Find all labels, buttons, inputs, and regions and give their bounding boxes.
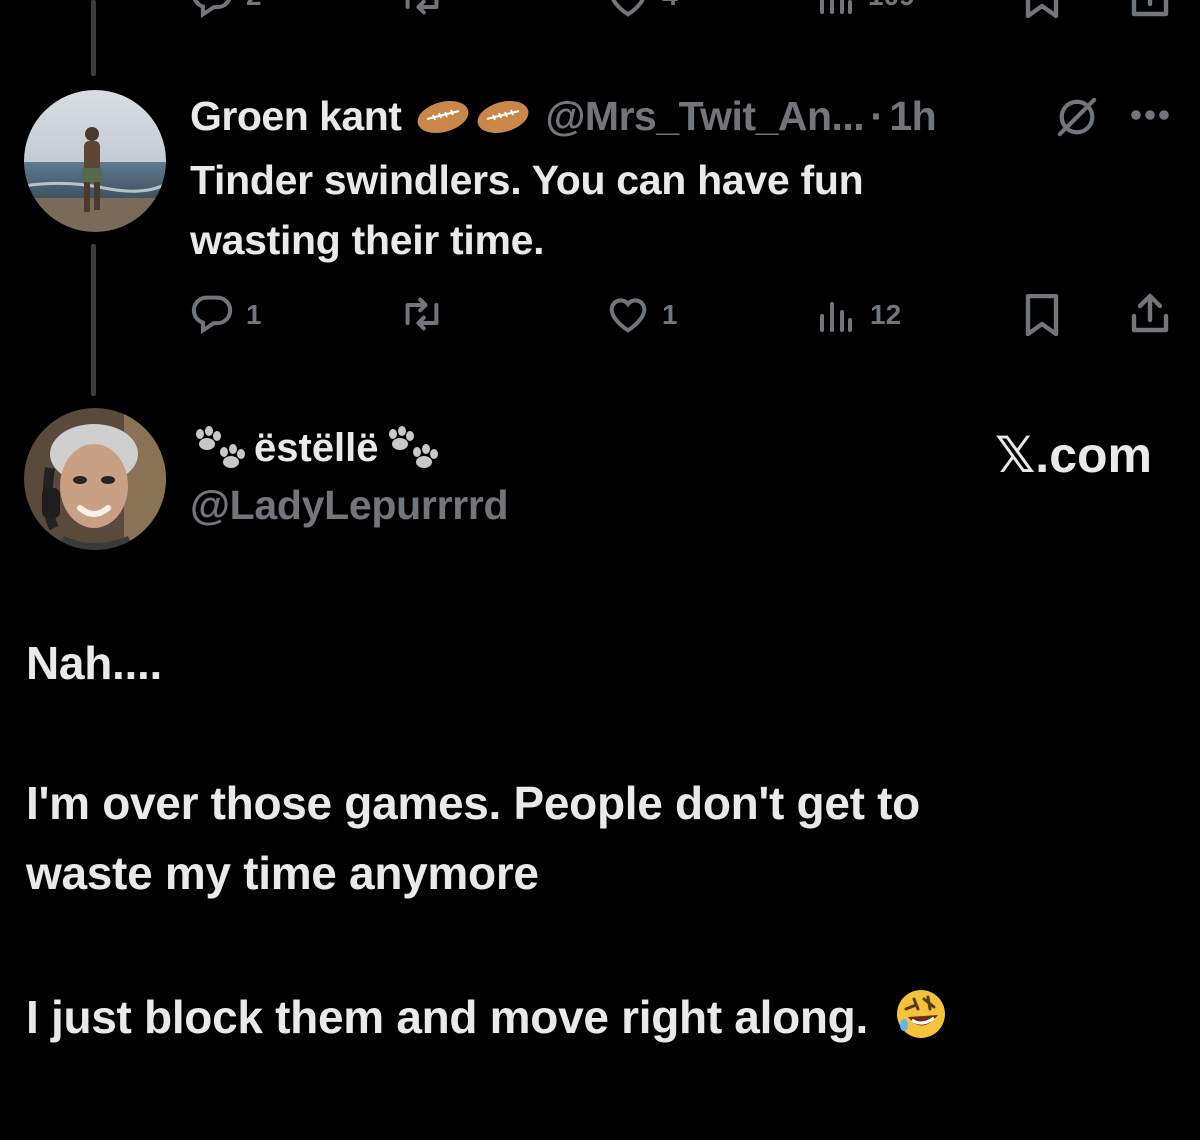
- share-icon[interactable]: [1130, 0, 1170, 18]
- author-name[interactable]: Groen kant: [190, 93, 402, 140]
- reply-count: 1: [246, 299, 262, 330]
- views-icon[interactable]: [818, 298, 854, 334]
- more-icon[interactable]: [1130, 108, 1170, 122]
- card-paragraph-3-text: I just block them and move right along.: [26, 991, 868, 1043]
- rugby-ball-icon: [475, 98, 531, 134]
- top-like-count: 4: [662, 0, 678, 10]
- card-paragraph-3: I just block them and move right along.: [26, 982, 1166, 1052]
- reply-text-line: wasting their time.: [190, 217, 545, 263]
- reply-icon[interactable]: [190, 0, 234, 18]
- views-icon[interactable]: [818, 0, 854, 16]
- card-handle[interactable]: @LadyLepurrrrd: [190, 482, 509, 529]
- thread-line-bottom: [91, 244, 96, 396]
- card-paragraph-2-line-1: I'm over those games. People don't get t…: [26, 777, 920, 829]
- reply-icon[interactable]: [190, 294, 234, 334]
- rofl-emoji-icon: [894, 987, 948, 1041]
- tweet-time[interactable]: 1h: [889, 93, 936, 140]
- share-icon[interactable]: [1130, 292, 1170, 334]
- grok-icon[interactable]: [1054, 96, 1100, 138]
- card-display-name: ëstëllë: [190, 418, 443, 478]
- card-paragraph-2-line-2: waste my time anymore: [26, 847, 539, 899]
- rugby-ball-icon: [415, 98, 471, 134]
- avatar-estelle[interactable]: [24, 408, 166, 550]
- reply-text-line: Tinder swindlers. You can have fun: [190, 157, 864, 203]
- top-reply-count: 2: [246, 0, 262, 10]
- reply-header: Groen kant @Mrs_Twit_An... · 1h: [190, 88, 937, 144]
- avatar-groen-kant[interactable]: [24, 90, 166, 232]
- like-count: 1: [662, 299, 678, 330]
- reply-text: Tinder swindlers. You can have fun wasti…: [190, 150, 1070, 270]
- bookmark-icon[interactable]: [1024, 294, 1060, 336]
- paw-prints-icon: [190, 426, 250, 470]
- top-view-count: 109: [868, 0, 915, 10]
- bookmark-icon[interactable]: [1024, 0, 1060, 18]
- display-name-text[interactable]: ëstëllë: [254, 426, 379, 471]
- card-paragraph-1: Nah....: [26, 637, 162, 689]
- separator-dot: ·: [870, 92, 884, 139]
- paw-prints-icon: [383, 426, 443, 470]
- x-com-watermark: 𝕏.com: [995, 427, 1152, 483]
- thread-line-top: [91, 0, 96, 76]
- like-icon[interactable]: [606, 294, 650, 334]
- view-count: 12: [870, 299, 902, 330]
- like-icon[interactable]: [606, 0, 650, 18]
- repost-icon[interactable]: [398, 296, 446, 332]
- repost-icon[interactable]: [398, 0, 446, 16]
- author-handle[interactable]: @Mrs_Twit_An...: [545, 93, 864, 140]
